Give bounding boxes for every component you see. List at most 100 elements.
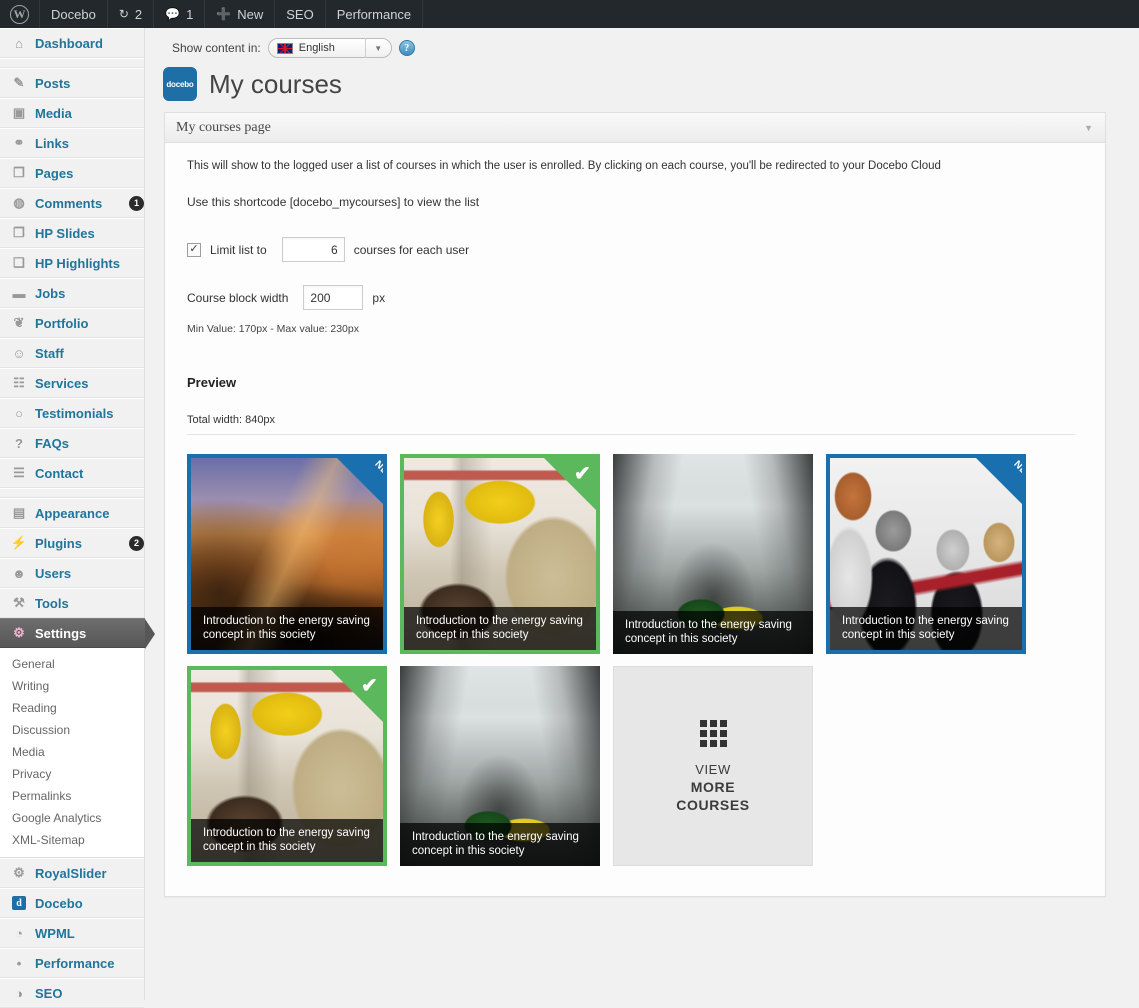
sidebar-item-plugins[interactable]: ⚡Plugins2 (0, 528, 144, 558)
course-card[interactable]: NEWIntroduction to the energy saving con… (826, 454, 1026, 654)
course-card[interactable]: Introduction to the energy saving concep… (613, 454, 813, 654)
posts-icon: ✎ (9, 74, 29, 92)
course-block-width-unit: px (372, 291, 385, 305)
sidebar-item-contact[interactable]: ☰Contact (0, 458, 144, 488)
limit-list-input[interactable] (282, 237, 345, 262)
course-card[interactable]: Introduction to the energy saving concep… (400, 666, 600, 866)
course-card[interactable]: ✔Introduction to the energy saving conce… (400, 454, 600, 654)
total-width-text: Total width: 840px (187, 414, 1085, 426)
seo-icon: ◑ (9, 984, 29, 1002)
adminbar-item-comments[interactable]: 💬 1 (154, 0, 205, 28)
sidebar-item-links[interactable]: ⚭Links (0, 128, 144, 158)
sidebar-item-hp-slides[interactable]: ❐HP Slides (0, 218, 144, 248)
sidebar-item-docebo[interactable]: dDocebo (0, 888, 144, 918)
sidebar-separator (0, 488, 144, 498)
submenu-item-general[interactable]: General (0, 653, 144, 675)
sidebar-item-testimonials[interactable]: ○Testimonials (0, 398, 144, 428)
sidebar-item-comments[interactable]: ◍ Comments 1 (0, 188, 144, 218)
course-grid: NEWIntroduction to the energy saving con… (187, 454, 1085, 866)
sidebar-item-label: Appearance (35, 506, 144, 521)
submenu-item-reading[interactable]: Reading (0, 697, 144, 719)
sidebar-item-posts[interactable]: ✎ Posts (0, 68, 144, 98)
testimonials-icon: ○ (9, 404, 29, 422)
sidebar-item-portfolio[interactable]: ❦Portfolio (0, 308, 144, 338)
sidebar-badge: 1 (129, 196, 144, 211)
course-card[interactable]: ✔Introduction to the energy saving conce… (187, 666, 387, 866)
sidebar-item-label: HP Slides (35, 226, 144, 241)
course-block-width-row: Course block width px (187, 285, 1085, 310)
submenu-item-writing[interactable]: Writing (0, 675, 144, 697)
adminbar-item-updates[interactable]: ↻ 2 (108, 0, 154, 28)
adminbar-item-new[interactable]: ➕ New (205, 0, 275, 28)
submenu-item-xml-sitemap[interactable]: XML-Sitemap (0, 829, 144, 851)
sidebar-item-label: Media (35, 106, 144, 121)
sidebar-item-wpml[interactable]: ◔WPML (0, 918, 144, 948)
sidebar-menu-top: ⌂Dashboard ✎ Posts ▣Media⚭Links❐Pages ◍ Comme… (0, 28, 144, 618)
appearance-icon: ▤ (9, 504, 29, 522)
submenu-item-privacy[interactable]: Privacy (0, 763, 144, 785)
sidebar-item-appearance[interactable]: ▤ Appearance (0, 498, 144, 528)
help-icon[interactable]: ? (399, 40, 415, 56)
limit-list-row: ✓ Limit list to courses for each user (187, 237, 1085, 262)
sidebar-item-label: FAQs (35, 436, 144, 451)
docebo-icon: d (9, 894, 29, 912)
admin-bar: W Docebo ↻ 2 💬 1 ➕ New SEO Performance (0, 0, 1139, 28)
sidebar-item-pages[interactable]: ❐Pages (0, 158, 144, 188)
adminbar-seo-label: SEO (286, 7, 313, 22)
plugins-icon: ⚡ (9, 534, 29, 552)
royalslider-icon: ⚙ (9, 864, 29, 882)
language-select[interactable]: English ▼ (268, 38, 392, 58)
sidebar-item-media[interactable]: ▣Media (0, 98, 144, 128)
links-icon: ⚭ (9, 134, 29, 152)
sidebar-item-services[interactable]: ☷Services (0, 368, 144, 398)
sidebar-item-staff[interactable]: ☺ Staff (0, 338, 144, 368)
sidebar-item-label: Staff (35, 346, 144, 361)
submenu-item-google-analytics[interactable]: Google Analytics (0, 807, 144, 829)
adminbar-item-site-name[interactable]: Docebo (40, 0, 108, 28)
adminbar-new-label: New (237, 7, 263, 22)
submenu-item-media[interactable]: Media (0, 741, 144, 763)
adminbar-item-seo[interactable]: SEO (275, 0, 325, 28)
sidebar-item-dashboard[interactable]: ⌂Dashboard (0, 28, 144, 58)
chevron-down-icon[interactable]: ▼ (365, 38, 391, 58)
course-title: Introduction to the energy saving concep… (404, 607, 596, 650)
minmax-hint: Min Value: 170px - Max value: 230px (187, 323, 1085, 335)
sidebar-item-hp-highlights[interactable]: ❑HP Highlights (0, 248, 144, 278)
sidebar-item-seo[interactable]: ◑SEO (0, 978, 144, 1008)
limit-list-checkbox[interactable]: ✓ (187, 243, 201, 257)
dashboard-icon: ⌂ (9, 34, 29, 52)
sidebar-item-users[interactable]: ☻Users (0, 558, 144, 588)
sidebar-item-royalslider[interactable]: ⚙RoyalSlider (0, 858, 144, 888)
panel-header[interactable]: My courses page ▼ (165, 113, 1105, 143)
sidebar-item-label: Posts (35, 76, 144, 91)
sidebar-item-label: Comments (35, 196, 125, 211)
sidebar-item-jobs[interactable]: ▬Jobs (0, 278, 144, 308)
portfolio-icon: ❦ (9, 314, 29, 332)
sidebar-item-performance[interactable]: •Performance (0, 948, 144, 978)
wordpress-icon: W (10, 5, 29, 24)
admin-sidebar: ⌂Dashboard ✎ Posts ▣Media⚭Links❐Pages ◍ Comme… (0, 28, 145, 1000)
course-block-width-input[interactable] (303, 285, 363, 310)
course-card[interactable]: NEWIntroduction to the energy saving con… (187, 454, 387, 654)
submenu-item-permalinks[interactable]: Permalinks (0, 785, 144, 807)
sidebar-item-label: Users (35, 566, 144, 581)
course-title: Introduction to the energy saving concep… (400, 823, 600, 866)
course-title: Introduction to the energy saving concep… (191, 819, 383, 862)
course-title: Introduction to the energy saving concep… (830, 607, 1022, 650)
view-more-courses-card[interactable]: VIEWMORECOURSES (613, 666, 813, 866)
chevron-down-icon[interactable]: ▼ (1084, 123, 1093, 133)
sidebar-item-faqs[interactable]: ?FAQs (0, 428, 144, 458)
adminbar-item-wp-logo[interactable]: W (0, 0, 40, 28)
adminbar-performance-label: Performance (337, 7, 411, 22)
sidebar-item-settings[interactable]: ⚙ Settings (0, 618, 145, 648)
page-title: My courses (209, 69, 342, 100)
sidebar-item-label: Tools (35, 596, 144, 611)
language-value: English (299, 42, 335, 54)
grid-3x3-icon (700, 720, 727, 747)
adminbar-item-performance[interactable]: Performance (326, 0, 423, 28)
sidebar-item-label: Services (35, 376, 144, 391)
comments-icon: ◍ (9, 194, 29, 212)
sidebar-item-tools[interactable]: ⚒Tools (0, 588, 144, 618)
staff-icon: ☺ (9, 344, 29, 362)
submenu-item-discussion[interactable]: Discussion (0, 719, 144, 741)
